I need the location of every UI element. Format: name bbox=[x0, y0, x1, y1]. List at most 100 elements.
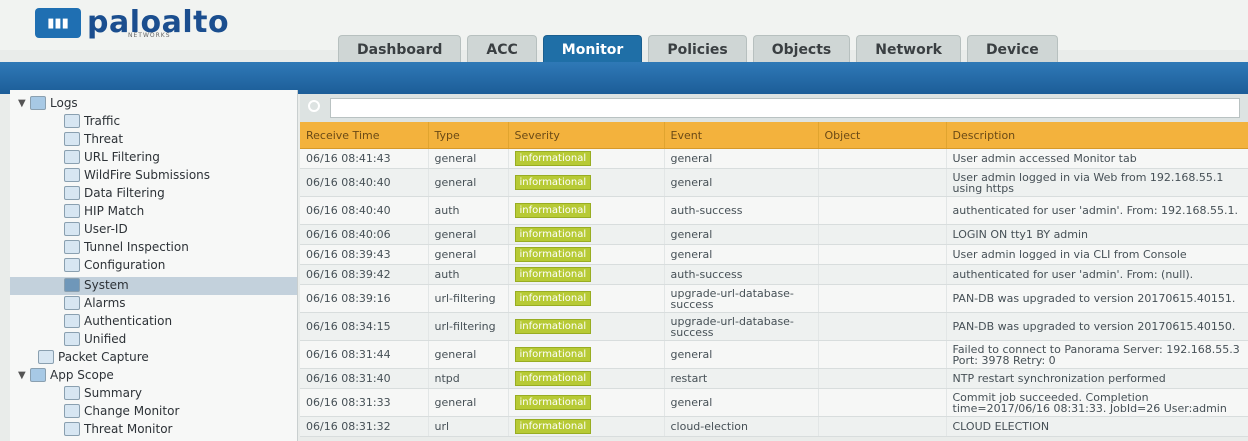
severity-badge: informational bbox=[514, 175, 592, 190]
tab-device[interactable]: Device bbox=[966, 35, 1058, 64]
table-row[interactable]: 06/16 08:31:44 general informational gen… bbox=[300, 340, 1248, 369]
paloalto-logo-icon: ▮▮▮ bbox=[35, 8, 81, 38]
event-cell: upgrade-url-database-success bbox=[664, 312, 819, 341]
table-row[interactable]: 06/16 08:40:40 general informational gen… bbox=[300, 168, 1248, 197]
column-header-event[interactable]: Event bbox=[664, 122, 819, 149]
sidebar-item-system[interactable]: System bbox=[64, 276, 129, 294]
severity-cell: informational bbox=[508, 244, 665, 265]
search-icon[interactable] bbox=[308, 100, 320, 112]
folder-icon bbox=[30, 96, 46, 110]
receive-time-cell: 06/16 08:31:40 bbox=[300, 368, 429, 389]
sidebar-item-threat-monitor[interactable]: Threat Monitor bbox=[64, 420, 172, 438]
table-row[interactable]: 06/16 08:40:40 auth informational auth-s… bbox=[300, 196, 1248, 225]
object-cell bbox=[818, 416, 947, 437]
table-row[interactable]: 06/16 08:31:32 url informational cloud-e… bbox=[300, 416, 1248, 437]
sidebar-item-label: Traffic bbox=[84, 114, 121, 128]
alarm-icon bbox=[64, 296, 80, 310]
sidebar-item-packet-capture[interactable]: Packet Capture bbox=[38, 348, 149, 366]
severity-cell: informational bbox=[508, 368, 665, 389]
column-header-description[interactable]: Description bbox=[946, 122, 1248, 149]
table-row[interactable]: 06/16 08:39:42 auth informational auth-s… bbox=[300, 264, 1248, 285]
table-row[interactable]: 06/16 08:39:43 general informational gen… bbox=[300, 244, 1248, 265]
receive-time-cell: 06/16 08:39:42 bbox=[300, 264, 429, 285]
tab-network[interactable]: Network bbox=[856, 35, 961, 64]
tab-monitor[interactable]: Monitor bbox=[542, 35, 643, 64]
summary-icon bbox=[64, 386, 80, 400]
description-cell: PAN-DB was upgraded to version 20170615.… bbox=[946, 284, 1248, 313]
object-cell bbox=[818, 284, 947, 313]
sidebar-item-hip-match[interactable]: HIP Match bbox=[64, 202, 144, 220]
column-header-type[interactable]: Type bbox=[428, 122, 509, 149]
sidebar-item-traffic[interactable]: Traffic bbox=[64, 112, 120, 130]
sidebar-item-change-monitor[interactable]: Change Monitor bbox=[64, 402, 179, 420]
expand-icon[interactable]: ▼ bbox=[18, 98, 28, 109]
description-cell: User admin accessed Monitor tab bbox=[946, 148, 1248, 169]
threat-monitor-icon bbox=[64, 422, 80, 436]
sidebar-item-url-filtering[interactable]: URL Filtering bbox=[64, 148, 160, 166]
expand-icon[interactable]: ▼ bbox=[18, 370, 28, 381]
description-cell: NTP restart synchronization performed bbox=[946, 368, 1248, 389]
tab-dashboard[interactable]: Dashboard bbox=[338, 35, 462, 64]
description-cell: LOGIN ON tty1 BY admin bbox=[946, 224, 1248, 245]
log-filter-input[interactable] bbox=[330, 98, 1240, 118]
receive-time-cell: 06/16 08:40:40 bbox=[300, 196, 429, 225]
tab-policies[interactable]: Policies bbox=[648, 35, 747, 64]
severity-cell: informational bbox=[508, 264, 665, 285]
severity-cell: informational bbox=[508, 196, 665, 225]
event-cell: upgrade-url-database-success bbox=[664, 284, 819, 313]
severity-badge: informational bbox=[514, 395, 592, 410]
tab-acc[interactable]: ACC bbox=[467, 35, 537, 64]
user-id-icon bbox=[64, 222, 80, 236]
receive-time-cell: 06/16 08:40:40 bbox=[300, 168, 429, 197]
sidebar-item-tunnel-inspection[interactable]: Tunnel Inspection bbox=[64, 238, 189, 256]
column-header-receive-time[interactable]: Receive Time bbox=[300, 122, 429, 149]
sidebar-item-app-scope[interactable]: ▼ App Scope bbox=[18, 366, 114, 384]
sidebar-item-summary[interactable]: Summary bbox=[64, 384, 142, 402]
type-cell: general bbox=[428, 340, 509, 369]
severity-badge: informational bbox=[514, 347, 592, 362]
url-filtering-icon bbox=[64, 150, 80, 164]
sidebar-item-threat[interactable]: Threat bbox=[64, 130, 123, 148]
sidebar-item-label: System bbox=[84, 278, 129, 292]
column-header-severity[interactable]: Severity bbox=[508, 122, 665, 149]
sidebar-item-label: User-ID bbox=[84, 222, 128, 236]
sidebar-item-authentication[interactable]: Authentication bbox=[64, 312, 172, 330]
description-cell: authenticated for user 'admin'. From: 19… bbox=[946, 196, 1248, 225]
type-cell: general bbox=[428, 388, 509, 417]
sidebar-item-label: Threat Monitor bbox=[84, 422, 173, 436]
sidebar-item-user-id[interactable]: User-ID bbox=[64, 220, 128, 238]
sidebar-item-wildfire-submissions[interactable]: WildFire Submissions bbox=[64, 166, 210, 184]
sidebar-item-logs[interactable]: ▼ Logs bbox=[18, 94, 78, 112]
sidebar-item-alarms[interactable]: Alarms bbox=[64, 294, 126, 312]
sidebar-item-unified[interactable]: Unified bbox=[64, 330, 126, 348]
sidebar-item-configuration[interactable]: Configuration bbox=[64, 256, 165, 274]
data-filtering-icon bbox=[64, 186, 80, 200]
column-header-object[interactable]: Object bbox=[818, 122, 947, 149]
sidebar-item-label: Threat bbox=[84, 132, 124, 146]
description-cell: User admin logged in via CLI from Consol… bbox=[946, 244, 1248, 265]
table-row[interactable]: 06/16 08:39:16 url-filtering information… bbox=[300, 284, 1248, 313]
table-row[interactable]: 06/16 08:31:33 general informational gen… bbox=[300, 388, 1248, 417]
unified-icon bbox=[64, 332, 80, 346]
table-row[interactable]: 06/16 08:41:43 general informational gen… bbox=[300, 148, 1248, 169]
table-row[interactable]: 06/16 08:31:40 ntpd informational restar… bbox=[300, 368, 1248, 389]
log-toolbar bbox=[300, 94, 1248, 123]
sidebar-item-data-filtering[interactable]: Data Filtering bbox=[64, 184, 165, 202]
tunnel-icon bbox=[64, 240, 80, 254]
table-row[interactable]: 06/16 08:34:15 url-filtering information… bbox=[300, 312, 1248, 341]
table-row[interactable]: 06/16 08:40:06 general informational gen… bbox=[300, 224, 1248, 245]
event-cell: general bbox=[664, 388, 819, 417]
description-cell: User admin logged in via Web from 192.16… bbox=[946, 168, 1248, 197]
sidebar-item-label: Unified bbox=[84, 332, 127, 346]
sidebar-item-label: Packet Capture bbox=[58, 350, 149, 364]
description-cell: CLOUD ELECTION bbox=[946, 416, 1248, 437]
tab-objects[interactable]: Objects bbox=[752, 35, 851, 64]
receive-time-cell: 06/16 08:31:32 bbox=[300, 416, 429, 437]
event-cell: general bbox=[664, 148, 819, 169]
sidebar-item-label: Change Monitor bbox=[84, 404, 180, 418]
object-cell bbox=[818, 168, 947, 197]
folder-icon bbox=[30, 368, 46, 382]
type-cell: general bbox=[428, 148, 509, 169]
main-tabs: Dashboard ACC Monitor Policies Objects N… bbox=[338, 35, 1058, 64]
configuration-icon bbox=[64, 258, 80, 272]
